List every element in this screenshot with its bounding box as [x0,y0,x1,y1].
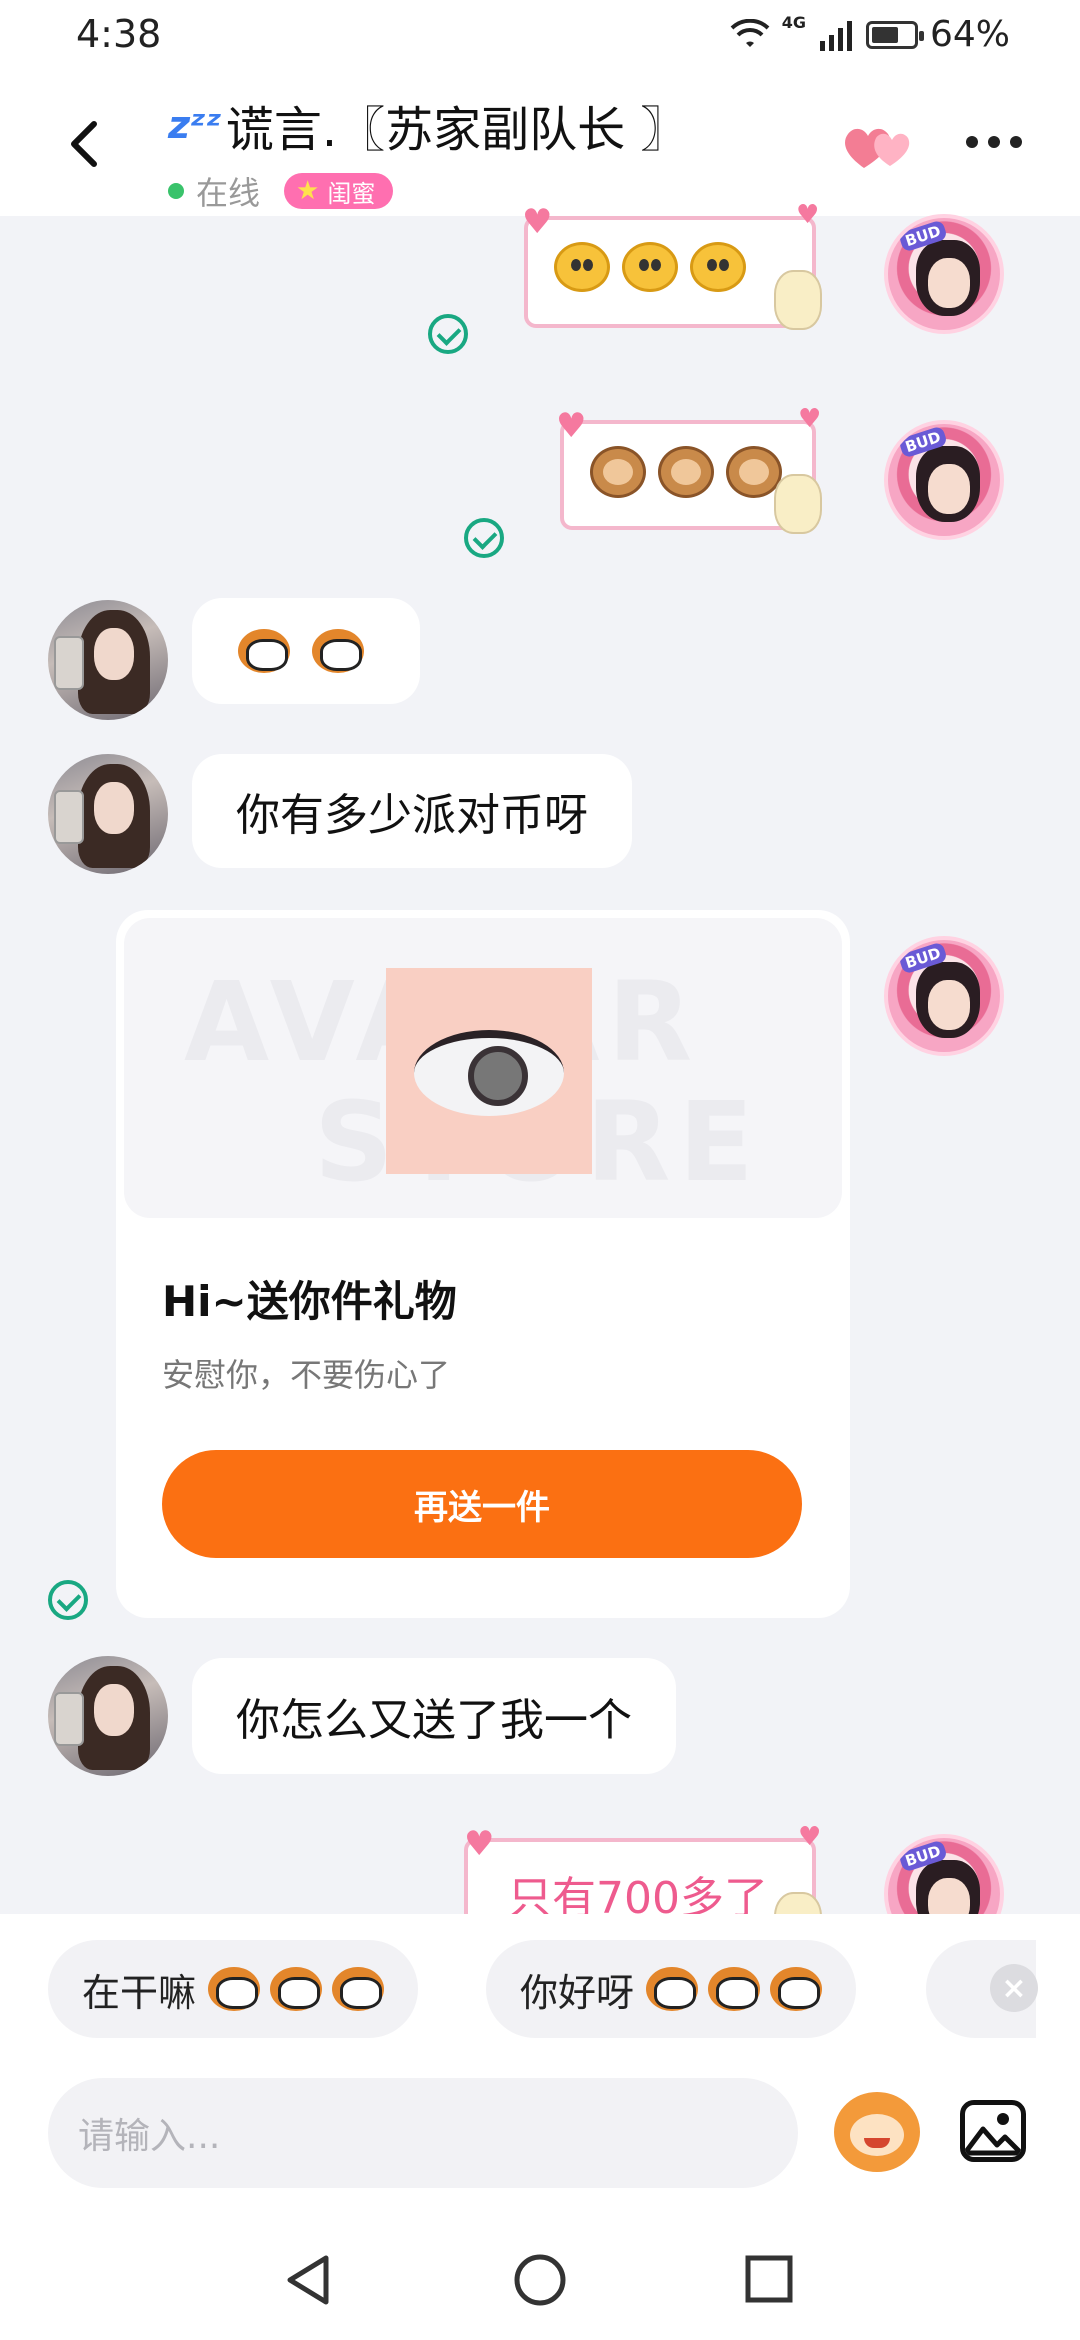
heart-decoration-icon: ♥ [522,202,553,242]
grin-emoji-icon [270,1967,323,2011]
sticker-message[interactable]: ♥ ♥ [556,404,822,534]
heart-decoration-icon: ♥ [798,1822,822,1852]
text-message[interactable]: 你怎么又送了我一个 [192,1658,676,1774]
gift-card-message[interactable]: AVATAR STORE Hi~送你件礼物 安慰你，不要伤心了 再送一件 [116,910,850,1618]
chick-emoji-icon [690,242,746,292]
chick-emoji-icon [622,242,678,292]
read-check-icon [48,1580,88,1620]
contact-avatar[interactable] [48,754,168,874]
sticker-message[interactable]: ♥ ♥ [522,200,822,330]
eye-icon [414,1030,564,1116]
monkey-emoji-icon [590,446,646,498]
intimacy-hearts-icon[interactable] [840,118,916,174]
grin-emoji-icon [312,629,364,673]
battery-percent: 64% [929,14,1010,55]
relation-badge-label: 闺蜜 [327,179,376,208]
gift-subtitle: 安慰你，不要伤心了 [162,1356,451,1394]
more-options-icon[interactable] [966,136,1022,148]
grin-emoji-icon [208,1967,261,2011]
relation-badge[interactable]: ★ 闺蜜 [284,173,394,209]
battery-icon [865,20,924,49]
gift-eye-image [386,968,592,1174]
contact-avatar[interactable] [48,1656,168,1776]
quick-reply-1[interactable]: 在干嘛 [48,1940,419,2038]
quick-reply-label: 在干嘛 [82,1970,197,2015]
monkey-emoji-icon [726,446,782,498]
my-avatar[interactable]: BUD [884,214,1004,334]
chat-header: zᶻᶻ 谎言.〖苏家副队长 〗 在线 ★ 闺蜜 [0,76,1080,216]
grin-emoji-icon [238,629,290,673]
laugh-emoji-icon [646,1967,699,2011]
monkey-emoji-icon [658,446,714,498]
quick-reply-2[interactable]: 你好呀 [486,1940,857,2038]
read-check-icon [464,518,504,558]
emoji-message[interactable] [192,598,420,704]
chat-title-area[interactable]: zᶻᶻ 谎言.〖苏家副队长 〗 在线 ★ 闺蜜 [168,90,688,214]
laugh-emoji-icon [708,1967,761,2011]
heart-decoration-icon: ♥ [798,404,822,434]
contact-avatar[interactable] [48,600,168,720]
wifi-icon [730,18,770,47]
status-time: 4:38 [76,12,162,56]
sleep-zzz-icon: zᶻᶻ [168,103,222,147]
system-nav-bar [0,2228,1080,2340]
laugh-emoji-icon [770,1967,823,2011]
nav-back-icon[interactable] [282,2252,334,2308]
close-quick-replies-icon[interactable]: × [990,1964,1038,2012]
emoji-picker-icon[interactable] [834,2092,920,2172]
text-message[interactable]: 你有多少派对币呀 [192,754,632,868]
nav-recents-icon[interactable] [744,2254,794,2304]
grin-emoji-icon [332,1967,385,2011]
online-dot-icon [168,183,184,199]
gift-title: Hi~送你件礼物 [162,1277,457,1326]
signal-icon [819,20,852,51]
read-check-icon [428,314,468,354]
status-bar: 4:38 4G 64% [0,0,1080,76]
my-avatar[interactable]: BUD [884,420,1004,540]
gift-image-area: AVATAR STORE [124,918,842,1218]
doll-sticker-icon [774,474,822,534]
doll-sticker-icon [774,270,822,330]
message-input[interactable]: 请输入... [48,2078,798,2188]
send-another-gift-button[interactable]: 再送一件 [162,1450,802,1558]
heart-decoration-icon: ♥ [796,200,820,230]
online-status: 在线 [196,174,261,212]
nav-home-icon[interactable] [512,2252,568,2308]
contact-name: 谎言.〖苏家副队长 〗 [225,102,689,158]
heart-decoration-icon: ♥ [464,1824,495,1864]
heart-decoration-icon: ♥ [556,406,587,446]
image-picker-icon[interactable] [960,2100,1026,2162]
quick-reply-label: 你好呀 [520,1970,635,2015]
my-avatar[interactable]: BUD [884,936,1004,1056]
chick-emoji-icon [554,242,610,292]
star-icon: ★ [296,176,320,206]
back-arrow-icon[interactable] [56,114,116,174]
network-type: 4G [781,13,806,32]
